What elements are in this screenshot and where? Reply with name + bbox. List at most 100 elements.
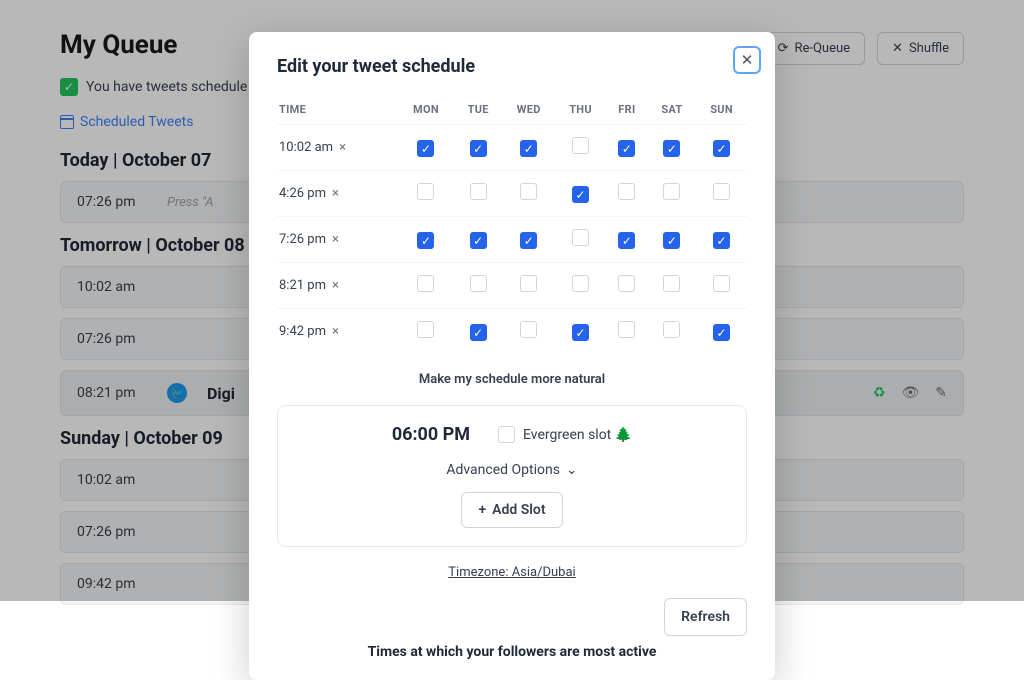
day-cell [502,309,555,355]
col-thu: THU [555,95,606,125]
day-cell [555,125,606,171]
day-checkbox[interactable] [713,140,730,157]
day-checkbox[interactable] [470,275,487,292]
edit-schedule-modal: ✕ Edit your tweet schedule TIMEMONTUEWED… [249,32,775,680]
day-cell [696,309,747,355]
day-checkbox[interactable] [520,140,537,157]
day-cell [606,171,648,217]
col-wed: WED [502,95,555,125]
close-button[interactable]: ✕ [733,46,761,74]
col-mon: MON [398,95,454,125]
followers-active-heading: Times at which your followers are most a… [277,644,747,660]
day-checkbox[interactable] [618,183,635,200]
remove-slot-icon[interactable]: × [332,186,339,201]
day-cell [648,217,696,263]
day-checkbox[interactable] [713,183,730,200]
day-checkbox[interactable] [470,140,487,157]
day-cell [398,263,454,309]
day-checkbox[interactable] [663,232,680,249]
day-cell [454,171,502,217]
day-cell [648,309,696,355]
day-cell [454,263,502,309]
day-checkbox[interactable] [663,275,680,292]
remove-slot-icon[interactable]: × [339,140,346,155]
day-checkbox[interactable] [572,324,589,341]
evergreen-label: Evergreen slot 🌲 [523,427,632,443]
schedule-row: 7:26 pm× [277,217,747,263]
day-cell [648,171,696,217]
schedule-row: 10:02 am× [277,125,747,171]
day-cell [606,263,648,309]
slot-time-picker[interactable]: 06:00 PM [392,424,470,445]
natural-schedule-link[interactable]: Make my schedule more natural [277,372,747,387]
day-cell [606,309,648,355]
day-cell [696,217,747,263]
day-cell [398,309,454,355]
day-cell [696,125,747,171]
day-checkbox[interactable] [520,275,537,292]
day-cell [454,217,502,263]
evergreen-checkbox[interactable] [498,426,515,443]
day-checkbox[interactable] [663,183,680,200]
remove-slot-icon[interactable]: × [332,324,339,339]
time-cell: 10:02 am× [277,125,398,171]
add-slot-button[interactable]: + Add Slot [461,492,562,528]
day-cell [398,217,454,263]
day-checkbox[interactable] [572,229,589,246]
day-cell [555,263,606,309]
day-checkbox[interactable] [470,324,487,341]
day-cell [454,125,502,171]
day-cell [606,217,648,263]
add-slot-panel: 06:00 PM Evergreen slot 🌲 Advanced Optio… [277,405,747,547]
time-cell: 9:42 pm× [277,309,398,355]
day-cell [606,125,648,171]
day-cell [502,263,555,309]
modal-title: Edit your tweet schedule [277,56,747,77]
day-checkbox[interactable] [618,140,635,157]
col-sat: SAT [648,95,696,125]
time-cell: 8:21 pm× [277,263,398,309]
day-checkbox[interactable] [618,321,635,338]
day-checkbox[interactable] [572,137,589,154]
schedule-table: TIMEMONTUEWEDTHUFRISATSUN 10:02 am×4:26 … [277,95,747,354]
day-checkbox[interactable] [417,232,434,249]
day-cell [696,171,747,217]
day-cell [454,309,502,355]
col-tue: TUE [454,95,502,125]
schedule-row: 4:26 pm× [277,171,747,217]
day-checkbox[interactable] [520,232,537,249]
day-checkbox[interactable] [417,275,434,292]
remove-slot-icon[interactable]: × [332,278,339,293]
timezone-link[interactable]: Timezone: Asia/Dubai [277,565,747,580]
evergreen-option[interactable]: Evergreen slot 🌲 [498,426,632,443]
day-checkbox[interactable] [618,232,635,249]
day-cell [502,125,555,171]
refresh-button[interactable]: Refresh [664,598,747,636]
day-cell [555,309,606,355]
day-checkbox[interactable] [520,321,537,338]
day-cell [398,171,454,217]
day-checkbox[interactable] [470,183,487,200]
day-checkbox[interactable] [713,324,730,341]
day-cell [502,217,555,263]
day-checkbox[interactable] [618,275,635,292]
day-checkbox[interactable] [663,321,680,338]
chevron-down-icon: ⌄ [566,462,578,478]
day-cell [502,171,555,217]
day-checkbox[interactable] [713,232,730,249]
remove-slot-icon[interactable]: × [332,232,339,247]
day-checkbox[interactable] [713,275,730,292]
day-checkbox[interactable] [417,140,434,157]
day-checkbox[interactable] [417,183,434,200]
day-checkbox[interactable] [470,232,487,249]
schedule-row: 9:42 pm× [277,309,747,355]
day-checkbox[interactable] [520,183,537,200]
day-cell [398,125,454,171]
day-checkbox[interactable] [663,140,680,157]
day-checkbox[interactable] [572,186,589,203]
advanced-options-toggle[interactable]: Advanced Options ⌄ [446,462,577,478]
col-fri: FRI [606,95,648,125]
day-checkbox[interactable] [417,321,434,338]
close-icon: ✕ [741,51,754,69]
day-checkbox[interactable] [572,275,589,292]
